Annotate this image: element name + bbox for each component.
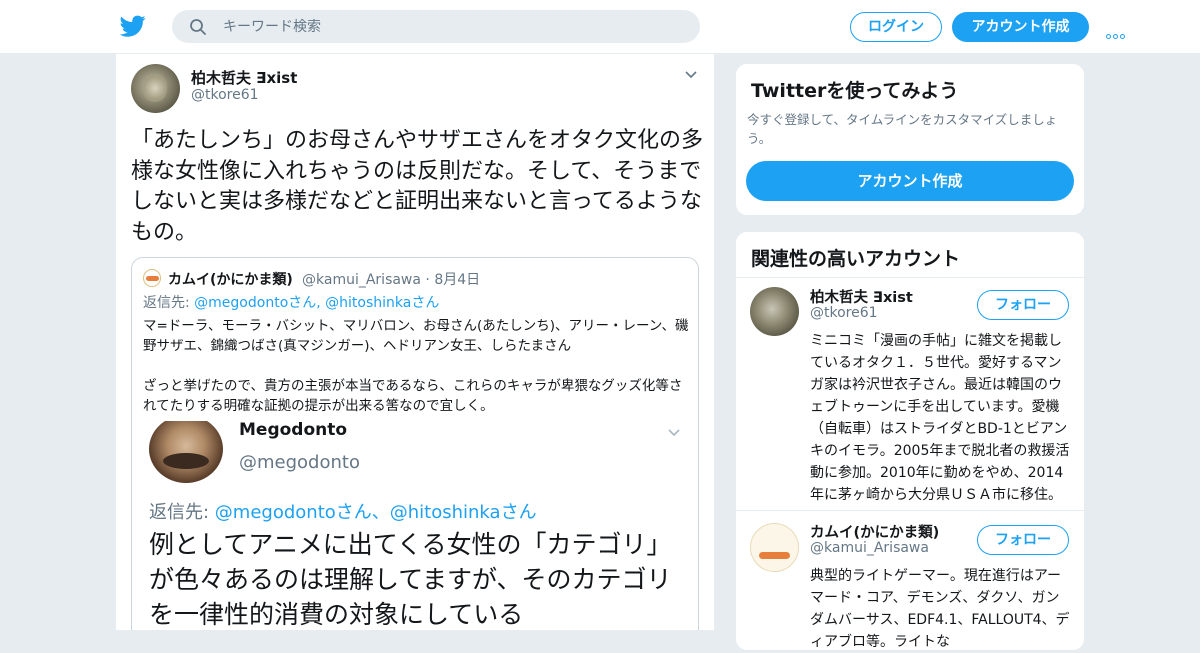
quote-reply-prefix: 返信先: [143,295,195,311]
more-options-icon[interactable] [1106,24,1130,39]
quote-author-name: カムイ(かにかま類) [168,272,293,288]
search-box[interactable] [172,10,700,43]
search-icon [190,19,206,35]
quote-text: マ=ドーラ、モーラ・バシット、マリバロン、お母さん(あたしンち)、アリー・レーン… [143,316,691,436]
account-handle[interactable]: @kamui_Arisawa [810,540,929,556]
tweet-text: 「あたしンち」のお母さんやサザエさんをオタク文化の多様な女性像に入れちゃうのは反… [131,128,704,245]
quote-author-handle: @kamui_Arisawa · 8月4日 [302,269,480,289]
screenshot-author-handle: @megodonto [239,452,360,473]
screenshot-reply-targets: @megodontoさん、@hitoshinkaさん [214,502,537,523]
promo-title: Twitterを使ってみよう [751,80,959,102]
follow-button[interactable]: フォロー [977,525,1069,555]
quoted-tweet[interactable]: カムイ(かにかま類) @kamui_Arisawa · 8月4日 返信先: @m… [131,257,699,630]
account-avatar[interactable] [750,523,799,572]
divider [736,510,1084,511]
chevron-down-icon[interactable] [684,70,698,80]
account-handle[interactable]: @tkore61 [810,305,878,321]
promo-description: 今すぐ登録して、タイムラインをカスタマイズしましょう。 [747,112,1058,146]
chevron-down-icon [668,429,680,437]
screenshot-avatar [149,421,223,483]
quote-paragraph: ざっと挙げたので、貴方の主張が本当であるなら、これらのキャラが卑猥なグッズ化等さ… [143,378,683,414]
quote-author-avatar [143,269,161,287]
account-name[interactable]: カムイ(かにかま類) [810,521,939,542]
author-handle[interactable]: @tkore61 [191,87,259,103]
login-button[interactable]: ログイン [850,12,942,42]
quote-paragraph: マ=ドーラ、モーラ・バシット、マリバロン、お母さん(あたしンち)、アリー・レーン… [143,318,689,354]
account-avatar[interactable] [750,287,799,336]
tweet-detail: 柏木哲夫 ∃xist @tkore61 「あたしンち」のお母さんやサザエさんをオ… [115,54,715,630]
promo-signup-button[interactable]: アカウント作成 [746,161,1074,201]
related-title: 関連性の高いアカウント [751,248,961,270]
author-name[interactable]: 柏木哲夫 ∃xist [191,67,297,88]
screenshot-text: 例としてアニメに出てくる女性の「カテゴリ」が色々あるのは理解してますが、そのカテ… [149,530,672,629]
follow-button[interactable]: フォロー [977,290,1069,320]
twitter-bird-icon[interactable] [120,13,146,39]
quote-reply-targets[interactable]: @megodontoさん, @hitoshinkaさん [194,295,439,311]
screenshot-reply-prefix: 返信先: [149,502,215,523]
quote-date: · 8月4日 [425,272,481,288]
divider [736,277,1084,278]
account-name[interactable]: 柏木哲夫 ∃xist [810,286,913,307]
signup-button[interactable]: アカウント作成 [952,12,1089,42]
quote-reply-context: 返信先: @megodontoさん, @hitoshinkaさん [143,292,439,312]
author-avatar[interactable] [131,64,180,113]
signup-promo-card: Twitterを使ってみよう 今すぐ登録して、タイムラインをカスタマイズしましょ… [735,63,1085,216]
account-bio: ミニコミ「漫画の手帖」に雑文を掲載しているオタク１．５世代。愛好するマンガ家は衿… [810,333,1070,503]
screenshot-reply-context: 返信先: @megodontoさん、@hitoshinkaさん [149,498,537,524]
top-navigation-bar: ログイン アカウント作成 [0,0,1200,54]
quote-handle-text: @kamui_Arisawa [302,272,421,288]
quote-screenshot-image[interactable]: Megodonto @megodonto 返信先: @megodontoさん、@… [132,421,698,630]
search-input[interactable] [223,15,683,39]
account-bio: 典型的ライトゲーマー。現在進行はアーマード・コア、デモンズ、ダクソ、ガンダムバー… [810,568,1070,650]
screenshot-author-name: Megodonto [239,421,348,440]
